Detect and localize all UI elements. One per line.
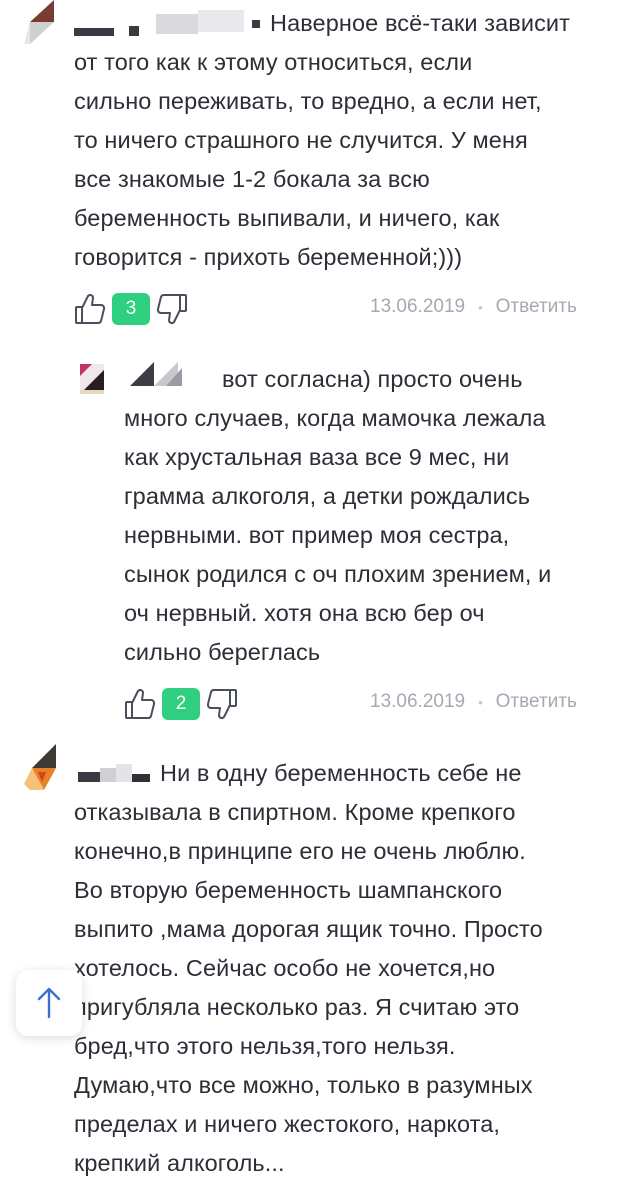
user-avatar[interactable] [24,0,54,44]
likes-count: 2 [162,688,200,720]
comment-meta: 13.06.2019 • Ответить [370,296,577,318]
comment-text: Ни в одну беременность себе не отказывал… [74,760,543,1176]
comment-3: Ни в одну беременность себе не отказывал… [0,740,627,1200]
comment-actions: 2 [124,687,238,721]
reply-button[interactable]: Ответить [496,691,577,713]
comment-date: 13.06.2019 [370,691,466,712]
arrow-up-icon [37,987,61,1019]
comment-actions: 3 [74,292,188,326]
comment-1: Наверное всё-таки зависит от того как к … [0,0,627,340]
thumbs-up-icon[interactable] [74,292,106,326]
comment-text: Наверное всё-таки зависит от того как к … [74,10,571,270]
separator-dot: • [478,299,483,315]
comment-meta: 13.06.2019 • Ответить [370,691,577,713]
likes-count: 3 [112,293,150,325]
scroll-to-top-button[interactable] [16,970,82,1036]
separator-dot: • [478,694,483,710]
comment-2: вот согласна) просто очень много случаев… [0,350,627,730]
thumbs-up-icon[interactable] [124,687,156,721]
comment-date: 13.06.2019 [370,296,466,317]
comment-text: вот согласна) просто очень много случаев… [124,366,552,665]
user-avatar[interactable] [24,744,56,790]
thumbs-down-icon[interactable] [206,687,238,721]
reply-button[interactable]: Ответить [496,296,577,318]
user-avatar[interactable] [80,364,104,394]
thumbs-down-icon[interactable] [156,292,188,326]
